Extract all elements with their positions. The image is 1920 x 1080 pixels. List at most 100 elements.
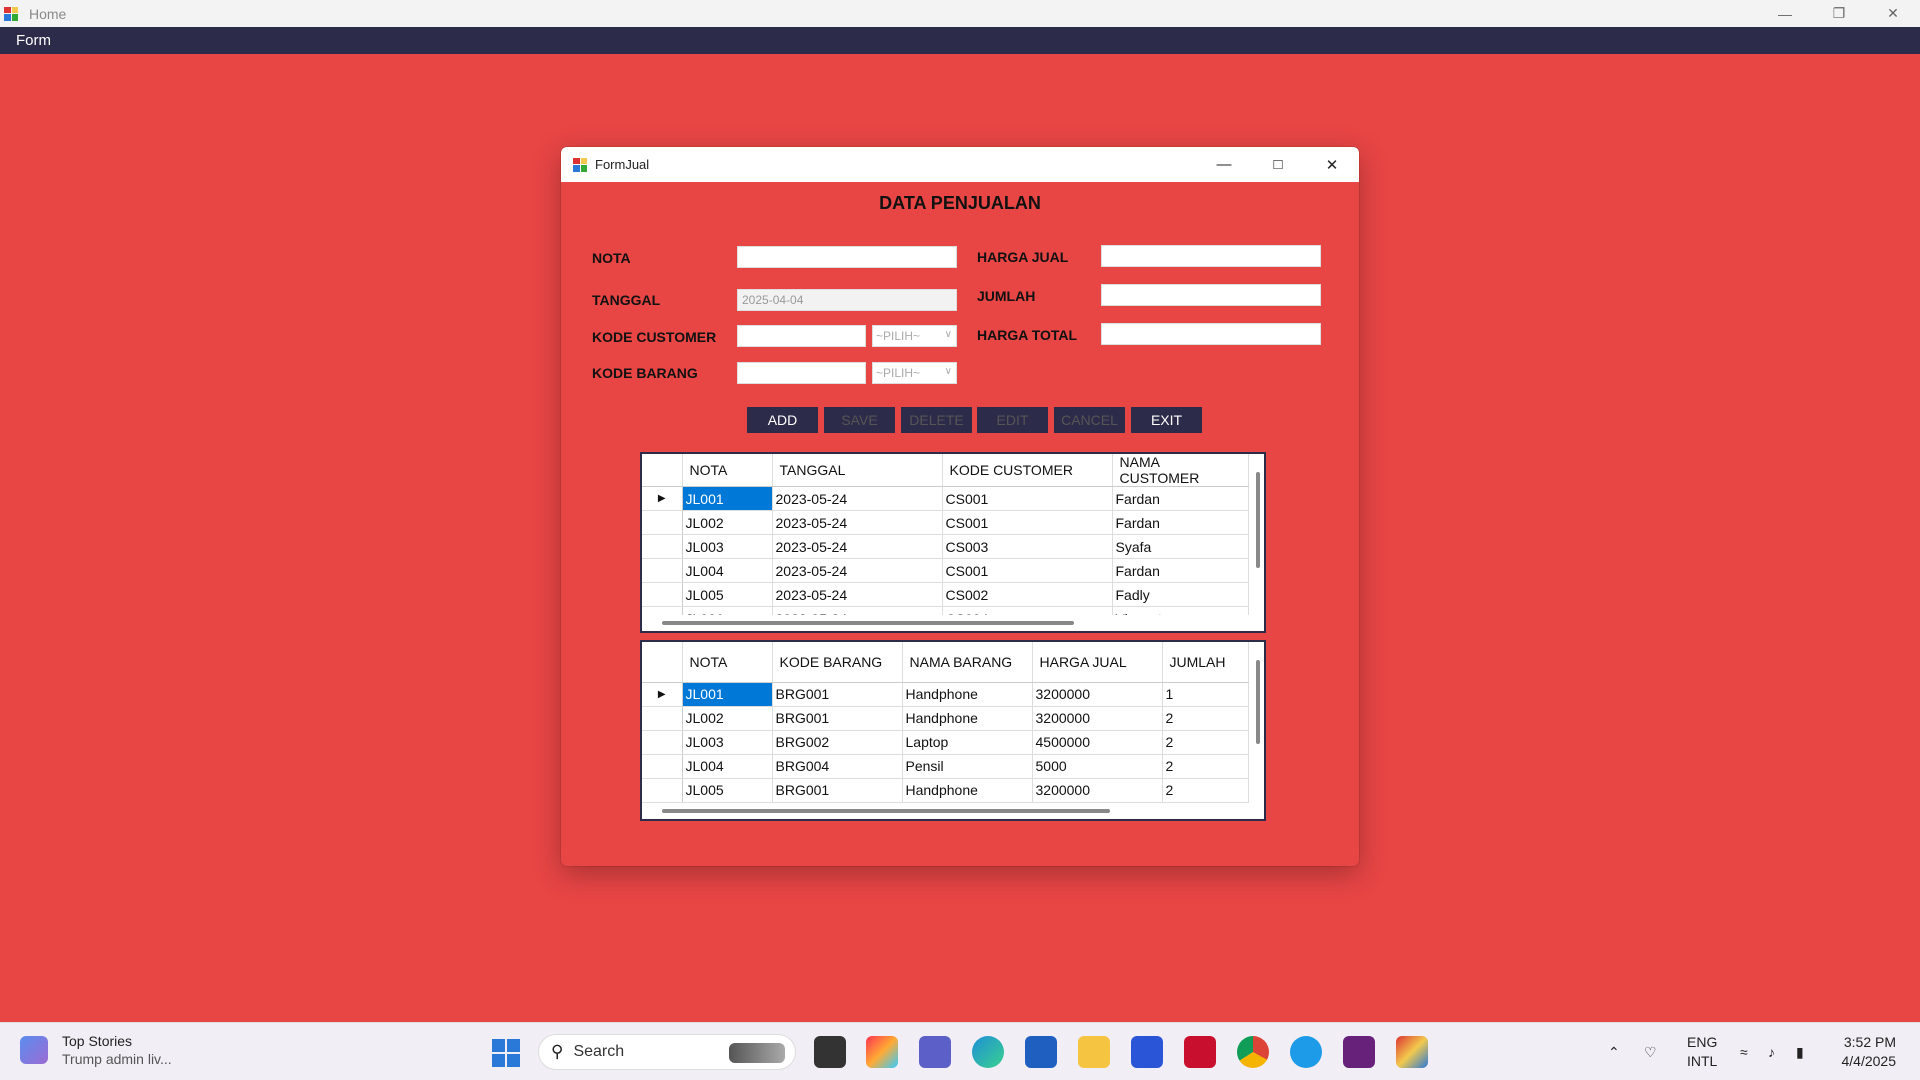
harga-jual-input[interactable] <box>1101 245 1321 267</box>
table-cell[interactable]: BRG001 <box>772 682 903 707</box>
table-row[interactable]: JL005 2023-05-24 CS002 Fadly <box>642 582 1249 607</box>
task-view-icon[interactable] <box>814 1036 846 1068</box>
clock[interactable]: 3:52 PM 4/4/2025 <box>1842 1033 1897 1071</box>
table-row[interactable]: JL002 2023-05-24 CS001 Fardan <box>642 510 1249 535</box>
table-cell[interactable]: BRG001 <box>772 778 903 803</box>
table-cell[interactable]: BRG001 <box>772 706 903 731</box>
table-cell[interactable]: 2023-05-24 <box>772 582 943 607</box>
column-header[interactable]: HARGA JUAL <box>1032 642 1163 683</box>
table-cell[interactable]: CS001 <box>942 558 1113 583</box>
minimize-button[interactable]: — <box>1758 0 1812 27</box>
table-row[interactable]: ▶ JL001 BRG001 Handphone 3200000 1 <box>642 682 1249 707</box>
table-cell[interactable]: Fardan <box>1112 558 1249 583</box>
table-cell[interactable]: Laptop <box>902 730 1033 755</box>
table-row[interactable]: JL004 BRG004 Pensil 5000 2 <box>642 754 1249 779</box>
column-header[interactable]: NAMA BARANG <box>902 642 1033 683</box>
table-cell[interactable]: 2 <box>1162 730 1249 755</box>
table-cell[interactable]: JL001 <box>682 682 773 707</box>
add-button[interactable]: ADD <box>747 407 818 433</box>
row-header[interactable] <box>642 582 683 607</box>
table-cell[interactable]: JL005 <box>682 582 773 607</box>
edit-button[interactable]: EDIT <box>977 407 1048 433</box>
table-cell[interactable]: 5000 <box>1032 754 1163 779</box>
row-header[interactable] <box>642 778 683 803</box>
chrome-icon[interactable] <box>1237 1036 1269 1068</box>
table-cell[interactable]: 3200000 <box>1032 706 1163 731</box>
column-header[interactable]: TANGGAL <box>772 454 943 487</box>
table-cell[interactable]: 2 <box>1162 754 1249 779</box>
column-header[interactable]: KODE CUSTOMER <box>942 454 1113 487</box>
customer-combo[interactable]: ~PILIH~ ∨ <box>872 325 957 347</box>
taskbar-search[interactable]: ⚲ Search <box>538 1034 796 1070</box>
table-cell[interactable]: Pensil <box>902 754 1033 779</box>
table-cell[interactable]: JL003 <box>682 534 773 559</box>
table-cell[interactable]: CS001 <box>942 510 1113 535</box>
table-row[interactable]: JL004 2023-05-24 CS001 Fardan <box>642 558 1249 583</box>
row-header[interactable] <box>642 558 683 583</box>
column-header[interactable]: NOTA <box>682 454 773 487</box>
show-hidden-icons[interactable]: ⌃ <box>1608 1023 1620 1080</box>
vertical-scrollbar-thumb[interactable] <box>1256 660 1260 744</box>
row-header[interactable] <box>642 754 683 779</box>
table-cell[interactable]: JL002 <box>682 510 773 535</box>
table-cell[interactable]: CS001 <box>942 486 1113 511</box>
windows-start-icon[interactable] <box>492 1039 520 1067</box>
editor-icon[interactable] <box>1131 1036 1163 1068</box>
table-cell[interactable]: JL004 <box>682 754 773 779</box>
row-header[interactable] <box>642 706 683 731</box>
restore-button[interactable]: ❐ <box>1812 0 1866 27</box>
table-cell[interactable]: 2023-05-24 <box>772 510 943 535</box>
app-icon[interactable] <box>1290 1036 1322 1068</box>
table-cell[interactable]: JL004 <box>682 558 773 583</box>
exit-button[interactable]: EXIT <box>1131 407 1202 433</box>
jumlah-input[interactable] <box>1101 284 1321 306</box>
edge-icon[interactable] <box>972 1036 1004 1068</box>
column-header[interactable]: NAMA CUSTOMER <box>1112 454 1249 487</box>
table-cell[interactable]: 2023-05-24 <box>772 486 943 511</box>
table-cell[interactable]: BRG002 <box>772 730 903 755</box>
horizontal-scrollbar-thumb[interactable] <box>662 621 1074 625</box>
table-cell[interactable]: JL001 <box>682 486 773 511</box>
table-cell[interactable]: JL002 <box>682 706 773 731</box>
penjualan-grid[interactable]: NOTA TANGGAL KODE CUSTOMER NAMA CUSTOMER… <box>640 452 1266 633</box>
row-header[interactable] <box>642 730 683 755</box>
table-cell[interactable]: Syafa <box>1112 534 1249 559</box>
table-cell[interactable]: 2023-05-24 <box>772 534 943 559</box>
table-row[interactable]: JL005 BRG001 Handphone 3200000 2 <box>642 778 1249 803</box>
table-cell[interactable]: CS003 <box>942 534 1113 559</box>
nota-input[interactable] <box>737 246 957 268</box>
table-cell[interactable]: 3200000 <box>1032 682 1163 707</box>
table-row[interactable]: ▶ JL001 2023-05-24 CS001 Fardan <box>642 486 1249 511</box>
table-cell[interactable]: Fadly <box>1112 582 1249 607</box>
delete-button[interactable]: DELETE <box>901 407 972 433</box>
barang-combo[interactable]: ~PILIH~ ∨ <box>872 362 957 384</box>
news-widget[interactable]: Top Stories Trump admin liv... <box>20 1033 172 1067</box>
table-cell[interactable]: 2023-05-24 <box>772 558 943 583</box>
table-cell[interactable]: Fardan <box>1112 486 1249 511</box>
kode-customer-input[interactable] <box>737 325 866 347</box>
row-selector-icon[interactable]: ▶ <box>642 682 683 707</box>
tanggal-input[interactable]: 2025-04-04 <box>737 289 957 311</box>
table-cell[interactable]: 4500000 <box>1032 730 1163 755</box>
mcafee-icon[interactable] <box>1184 1036 1216 1068</box>
table-cell[interactable]: Handphone <box>902 706 1033 731</box>
table-cell[interactable]: Handphone <box>902 778 1033 803</box>
language-indicator[interactable]: ENG INTL <box>1687 1033 1717 1071</box>
table-cell[interactable]: JL005 <box>682 778 773 803</box>
battery-icon[interactable]: ▮ <box>1796 1023 1804 1080</box>
maximize-button[interactable]: □ <box>1251 147 1305 182</box>
detail-grid[interactable]: NOTA KODE BARANG NAMA BARANG HARGA JUAL … <box>640 640 1266 821</box>
file-explorer-icon[interactable] <box>1078 1036 1110 1068</box>
store-icon[interactable] <box>1025 1036 1057 1068</box>
table-row[interactable]: JL003 BRG002 Laptop 4500000 2 <box>642 730 1249 755</box>
table-cell[interactable]: CS002 <box>942 582 1113 607</box>
table-cell[interactable]: Fardan <box>1112 510 1249 535</box>
wifi-icon[interactable]: ≈ <box>1740 1023 1748 1080</box>
row-selector-icon[interactable]: ▶ <box>642 486 683 511</box>
table-row[interactable]: JL002 BRG001 Handphone 3200000 2 <box>642 706 1249 731</box>
volume-icon[interactable]: ♪ <box>1768 1023 1775 1080</box>
save-button[interactable]: SAVE <box>824 407 895 433</box>
column-header[interactable]: KODE BARANG <box>772 642 903 683</box>
close-button[interactable]: ✕ <box>1305 147 1359 182</box>
table-row[interactable]: JL003 2023-05-24 CS003 Syafa <box>642 534 1249 559</box>
